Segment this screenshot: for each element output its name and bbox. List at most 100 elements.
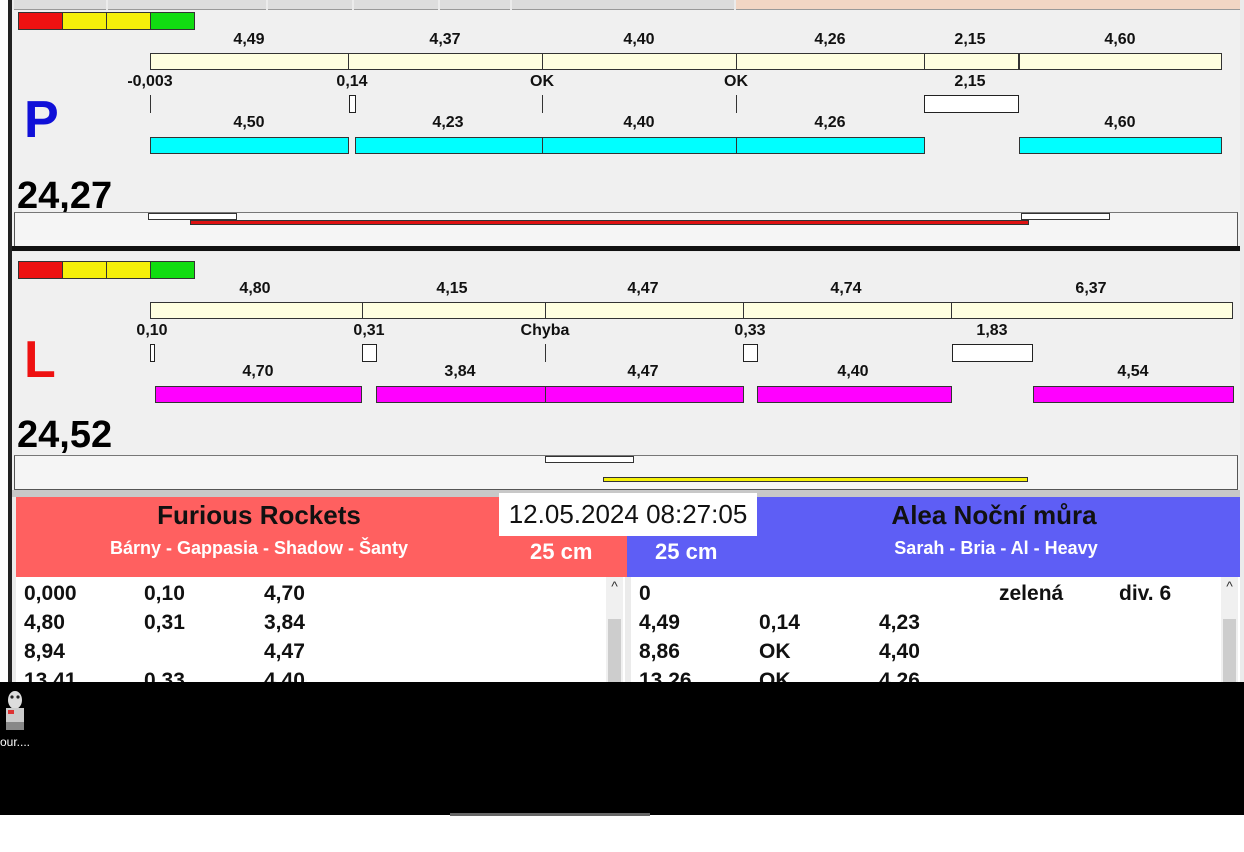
lane-l-top-value: 4,15 (436, 280, 468, 297)
lane-p-bottom-value: 4,23 (432, 114, 464, 131)
mid-marker (542, 95, 543, 113)
lane-p-run-bar (355, 137, 543, 154)
list-cell: div. 6 (1119, 582, 1172, 605)
lane-separator (12, 246, 1240, 251)
mid-box (952, 344, 1033, 362)
lane-letter-l: L (24, 331, 56, 389)
lane-l-run-bar (757, 386, 952, 403)
top-tab[interactable] (268, 0, 352, 10)
scroll-thumb[interactable] (1223, 619, 1236, 682)
lane-l-progress-line (603, 477, 1028, 482)
lane-p-total: 24,27 (17, 175, 113, 217)
scroll-up-icon[interactable]: ^ (606, 577, 623, 617)
lane-l-bottom-value: 4,40 (837, 363, 869, 380)
split-divider (743, 302, 744, 319)
team-right-name: Alea Noční můra (891, 500, 1097, 530)
window-bottom-bar (450, 813, 650, 816)
lane-p-mid-value: OK (530, 73, 554, 90)
split-divider (1018, 53, 1020, 70)
mid-box (362, 344, 377, 362)
status-light-red (18, 12, 63, 30)
lane-l-run-bar (155, 386, 362, 403)
mid-box (924, 95, 1019, 113)
lane-l-top-value: 4,47 (627, 280, 659, 297)
team-left-split-list[interactable]: 0,000 0,10 4,70 4,80 0,31 3,84 8,94 4,47… (16, 577, 625, 682)
lane-p-top-value: 4,37 (429, 31, 461, 48)
lane-l-run-bar (1033, 386, 1234, 403)
lane-p-run-bar (150, 137, 349, 154)
status-light-green (150, 12, 195, 30)
lane-l-total: 24,52 (17, 414, 113, 456)
lane-p-split-bar (150, 53, 1222, 70)
list-cell: 13,26 (639, 669, 692, 682)
mid-box (743, 344, 758, 362)
scroll-thumb[interactable] (608, 619, 621, 682)
lane-p-bottom-value: 4,40 (623, 114, 655, 131)
team-left-members: Bárny - Gappasia - Shadow - Šanty (109, 538, 409, 558)
list-cell: 4,40 (879, 640, 920, 663)
lane-p-run-bar (542, 137, 737, 154)
list-cell: 3,84 (264, 611, 305, 634)
scroll-up-icon[interactable]: ^ (1221, 577, 1238, 617)
lane-l-bottom-value: 4,70 (242, 363, 274, 380)
split-divider (542, 53, 543, 70)
mid-marker (736, 95, 737, 113)
list-cell: 0,31 (144, 611, 185, 634)
lane-l-split-bar (150, 302, 1233, 319)
lane-l-run-bar (545, 386, 744, 403)
split-divider (951, 302, 952, 319)
lane-l-top-value: 4,74 (830, 280, 862, 297)
top-tab[interactable] (14, 0, 106, 10)
list-cell: 4,47 (264, 640, 305, 663)
team-right-distance: 25 cm (655, 539, 718, 564)
list-cell: zelená (999, 582, 1064, 605)
status-light-yellow (62, 12, 107, 30)
team-right-members: Sarah - Bria - Al - Heavy (894, 538, 1098, 558)
lane-l-mid-value: 0,33 (734, 322, 766, 339)
split-divider (362, 302, 363, 319)
desktop-app-icon[interactable] (2, 686, 28, 734)
lane-p-top-value: 4,49 (233, 31, 265, 48)
mid-marker (545, 344, 546, 362)
lane-l-bottom-value: 4,54 (1117, 363, 1149, 380)
lane-l-mid-value: Chyba (520, 322, 570, 339)
top-tab[interactable] (108, 0, 266, 10)
lane-p-top-value: 4,40 (623, 31, 655, 48)
list-cell: 0,33 (144, 669, 185, 682)
lane-p-top-value: 4,60 (1104, 31, 1136, 48)
mid-marker (150, 95, 151, 113)
list-cell: 4,80 (24, 611, 65, 634)
list-cell: 4,26 (879, 669, 920, 682)
list-cell: 8,86 (639, 640, 680, 663)
lane-l-bottom-value: 4,47 (627, 363, 659, 380)
lane-l-top-value: 4,80 (239, 280, 271, 297)
scrollbar[interactable]: ^ (1221, 577, 1238, 682)
lane-p-mid-value: OK (724, 73, 748, 90)
top-tab[interactable] (512, 0, 734, 10)
list-cell: OK (759, 640, 791, 663)
list-cell: OK (759, 669, 791, 682)
team-right-split-list[interactable]: 0 zelená div. 6 4,49 0,14 4,23 8,86 OK 4… (631, 577, 1240, 682)
list-cell: 13,41 (24, 669, 77, 682)
scrollbar[interactable]: ^ (606, 577, 623, 682)
lane-p-run-bar (1019, 137, 1222, 154)
track-marker (148, 213, 237, 220)
desktop-background (27, 682, 1244, 815)
lane-p-mid-value: 2,15 (954, 73, 986, 90)
top-tab-active[interactable] (736, 0, 1240, 10)
split-divider (348, 53, 349, 70)
team-left-distance: 25 cm (530, 539, 593, 564)
lane-p-run-bar (736, 137, 925, 154)
top-tab[interactable] (354, 0, 438, 10)
list-cell: 4,70 (264, 582, 305, 605)
list-cell: 4,49 (639, 611, 680, 634)
lane-l-mid-value: 0,10 (136, 322, 168, 339)
lane-p-mid-value: 0,14 (336, 73, 368, 90)
status-light-yellow (106, 261, 151, 279)
top-tab[interactable] (440, 0, 510, 10)
track-marker (545, 456, 634, 463)
lane-l-mid-value: 0,31 (353, 322, 385, 339)
desktop-app-label[interactable]: our.... (0, 735, 30, 749)
list-cell: 0,10 (144, 582, 185, 605)
lane-p-bottom-value: 4,60 (1104, 114, 1136, 131)
